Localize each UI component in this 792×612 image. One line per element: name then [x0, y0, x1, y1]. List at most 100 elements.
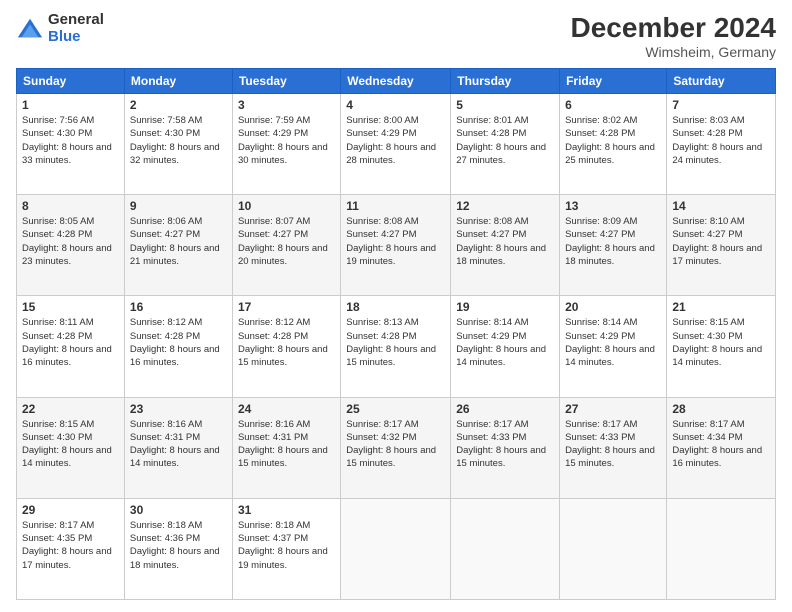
- day-info: Sunrise: 8:17 AMSunset: 4:34 PMDaylight:…: [672, 418, 770, 471]
- day-cell: [451, 498, 560, 599]
- day-info: Sunrise: 8:07 AMSunset: 4:27 PMDaylight:…: [238, 215, 335, 268]
- day-info: Sunrise: 8:09 AMSunset: 4:27 PMDaylight:…: [565, 215, 661, 268]
- day-info: Sunrise: 8:08 AMSunset: 4:27 PMDaylight:…: [346, 215, 445, 268]
- week-row-5: 29 Sunrise: 8:17 AMSunset: 4:35 PMDayligh…: [17, 498, 776, 599]
- day-number: 12: [456, 199, 554, 213]
- col-sunday: Sunday: [17, 69, 125, 94]
- day-number: 13: [565, 199, 661, 213]
- col-saturday: Saturday: [667, 69, 776, 94]
- day-info: Sunrise: 8:17 AMSunset: 4:33 PMDaylight:…: [565, 418, 661, 471]
- day-number: 19: [456, 300, 554, 314]
- day-cell: 10Sunrise: 8:07 AMSunset: 4:27 PMDayligh…: [232, 195, 340, 296]
- day-info: Sunrise: 8:13 AMSunset: 4:28 PMDaylight:…: [346, 316, 445, 369]
- day-cell: 9 Sunrise: 8:06 AMSunset: 4:27 PMDaylight…: [124, 195, 232, 296]
- day-cell: 23 Sunrise: 8:16 AMSunset: 4:31 PMDayligh…: [124, 397, 232, 498]
- day-number: 30: [130, 503, 227, 517]
- day-info: Sunrise: 7:58 AMSunset: 4:30 PMDaylight:…: [130, 114, 227, 167]
- day-cell: 3 Sunrise: 7:59 AMSunset: 4:29 PMDaylight…: [232, 94, 340, 195]
- day-number: 27: [565, 402, 661, 416]
- day-cell: 26 Sunrise: 8:17 AMSunset: 4:33 PMDayligh…: [451, 397, 560, 498]
- day-number: 29: [22, 503, 119, 517]
- day-cell: 1Sunrise: 7:56 AMSunset: 4:30 PMDaylight…: [17, 94, 125, 195]
- day-cell: [341, 498, 451, 599]
- day-number: 4: [346, 98, 445, 112]
- day-info: Sunrise: 8:17 AMSunset: 4:35 PMDaylight:…: [22, 519, 119, 572]
- day-cell: 19 Sunrise: 8:14 AMSunset: 4:29 PMDayligh…: [451, 296, 560, 397]
- header: General Blue December 2024 Wimsheim, Ger…: [16, 12, 776, 60]
- day-info: Sunrise: 8:06 AMSunset: 4:27 PMDaylight:…: [130, 215, 227, 268]
- logo-general: General: [48, 12, 104, 29]
- day-cell: 24Sunrise: 8:16 AMSunset: 4:31 PMDayligh…: [232, 397, 340, 498]
- day-cell: 18 Sunrise: 8:13 AMSunset: 4:28 PMDayligh…: [341, 296, 451, 397]
- day-info: Sunrise: 8:16 AMSunset: 4:31 PMDaylight:…: [130, 418, 227, 471]
- day-info: Sunrise: 8:14 AMSunset: 4:29 PMDaylight:…: [456, 316, 554, 369]
- day-number: 21: [672, 300, 770, 314]
- day-cell: 2Sunrise: 7:58 AMSunset: 4:30 PMDaylight…: [124, 94, 232, 195]
- day-info: Sunrise: 8:08 AMSunset: 4:27 PMDaylight:…: [456, 215, 554, 268]
- day-info: Sunrise: 8:05 AMSunset: 4:28 PMDaylight:…: [22, 215, 119, 268]
- title-block: December 2024 Wimsheim, Germany: [571, 12, 776, 60]
- day-number: 9: [130, 199, 227, 213]
- day-cell: 16Sunrise: 8:12 AMSunset: 4:28 PMDayligh…: [124, 296, 232, 397]
- subtitle: Wimsheim, Germany: [571, 44, 776, 60]
- day-cell: 6 Sunrise: 8:02 AMSunset: 4:28 PMDaylight…: [560, 94, 667, 195]
- day-number: 31: [238, 503, 335, 517]
- day-info: Sunrise: 8:03 AMSunset: 4:28 PMDaylight:…: [672, 114, 770, 167]
- logo-icon: [16, 15, 44, 43]
- day-number: 7: [672, 98, 770, 112]
- day-number: 25: [346, 402, 445, 416]
- day-info: Sunrise: 8:12 AMSunset: 4:28 PMDaylight:…: [238, 316, 335, 369]
- col-wednesday: Wednesday: [341, 69, 451, 94]
- day-info: Sunrise: 7:56 AMSunset: 4:30 PMDaylight:…: [22, 114, 119, 167]
- day-number: 18: [346, 300, 445, 314]
- day-number: 28: [672, 402, 770, 416]
- logo-blue: Blue: [48, 29, 104, 46]
- day-number: 17: [238, 300, 335, 314]
- day-cell: 15 Sunrise: 8:11 AMSunset: 4:28 PMDayligh…: [17, 296, 125, 397]
- day-info: Sunrise: 8:12 AMSunset: 4:28 PMDaylight:…: [130, 316, 227, 369]
- day-cell: 7 Sunrise: 8:03 AMSunset: 4:28 PMDaylight…: [667, 94, 776, 195]
- week-row-2: 8Sunrise: 8:05 AMSunset: 4:28 PMDaylight…: [17, 195, 776, 296]
- day-info: Sunrise: 8:17 AMSunset: 4:33 PMDaylight:…: [456, 418, 554, 471]
- day-number: 15: [22, 300, 119, 314]
- col-tuesday: Tuesday: [232, 69, 340, 94]
- logo: General Blue: [16, 12, 104, 45]
- day-info: Sunrise: 8:14 AMSunset: 4:29 PMDaylight:…: [565, 316, 661, 369]
- day-info: Sunrise: 8:02 AMSunset: 4:28 PMDaylight:…: [565, 114, 661, 167]
- day-number: 26: [456, 402, 554, 416]
- calendar-table: Sunday Monday Tuesday Wednesday Thursday…: [16, 68, 776, 600]
- day-info: Sunrise: 8:18 AMSunset: 4:37 PMDaylight:…: [238, 519, 335, 572]
- header-row: Sunday Monday Tuesday Wednesday Thursday…: [17, 69, 776, 94]
- day-info: Sunrise: 8:11 AMSunset: 4:28 PMDaylight:…: [22, 316, 119, 369]
- day-cell: 21 Sunrise: 8:15 AMSunset: 4:30 PMDayligh…: [667, 296, 776, 397]
- day-info: Sunrise: 7:59 AMSunset: 4:29 PMDaylight:…: [238, 114, 335, 167]
- col-monday: Monday: [124, 69, 232, 94]
- day-cell: 13 Sunrise: 8:09 AMSunset: 4:27 PMDayligh…: [560, 195, 667, 296]
- day-number: 20: [565, 300, 661, 314]
- day-cell: 14Sunrise: 8:10 AMSunset: 4:27 PMDayligh…: [667, 195, 776, 296]
- day-cell: 25 Sunrise: 8:17 AMSunset: 4:32 PMDayligh…: [341, 397, 451, 498]
- week-row-3: 15 Sunrise: 8:11 AMSunset: 4:28 PMDayligh…: [17, 296, 776, 397]
- day-cell: 28 Sunrise: 8:17 AMSunset: 4:34 PMDayligh…: [667, 397, 776, 498]
- day-info: Sunrise: 8:17 AMSunset: 4:32 PMDaylight:…: [346, 418, 445, 471]
- week-row-1: 1Sunrise: 7:56 AMSunset: 4:30 PMDaylight…: [17, 94, 776, 195]
- day-cell: 8Sunrise: 8:05 AMSunset: 4:28 PMDaylight…: [17, 195, 125, 296]
- day-cell: 31 Sunrise: 8:18 AMSunset: 4:37 PMDayligh…: [232, 498, 340, 599]
- day-cell: 5Sunrise: 8:01 AMSunset: 4:28 PMDaylight…: [451, 94, 560, 195]
- col-thursday: Thursday: [451, 69, 560, 94]
- day-cell: 11Sunrise: 8:08 AMSunset: 4:27 PMDayligh…: [341, 195, 451, 296]
- day-cell: 12 Sunrise: 8:08 AMSunset: 4:27 PMDayligh…: [451, 195, 560, 296]
- day-number: 3: [238, 98, 335, 112]
- day-info: Sunrise: 8:15 AMSunset: 4:30 PMDaylight:…: [672, 316, 770, 369]
- logo-text: General Blue: [48, 12, 104, 45]
- day-cell: 29 Sunrise: 8:17 AMSunset: 4:35 PMDayligh…: [17, 498, 125, 599]
- day-cell: 4Sunrise: 8:00 AMSunset: 4:29 PMDaylight…: [341, 94, 451, 195]
- day-cell: 17 Sunrise: 8:12 AMSunset: 4:28 PMDayligh…: [232, 296, 340, 397]
- day-cell: 20 Sunrise: 8:14 AMSunset: 4:29 PMDayligh…: [560, 296, 667, 397]
- day-cell: [560, 498, 667, 599]
- day-number: 14: [672, 199, 770, 213]
- week-row-4: 22Sunrise: 8:15 AMSunset: 4:30 PMDayligh…: [17, 397, 776, 498]
- day-number: 23: [130, 402, 227, 416]
- day-number: 6: [565, 98, 661, 112]
- day-number: 24: [238, 402, 335, 416]
